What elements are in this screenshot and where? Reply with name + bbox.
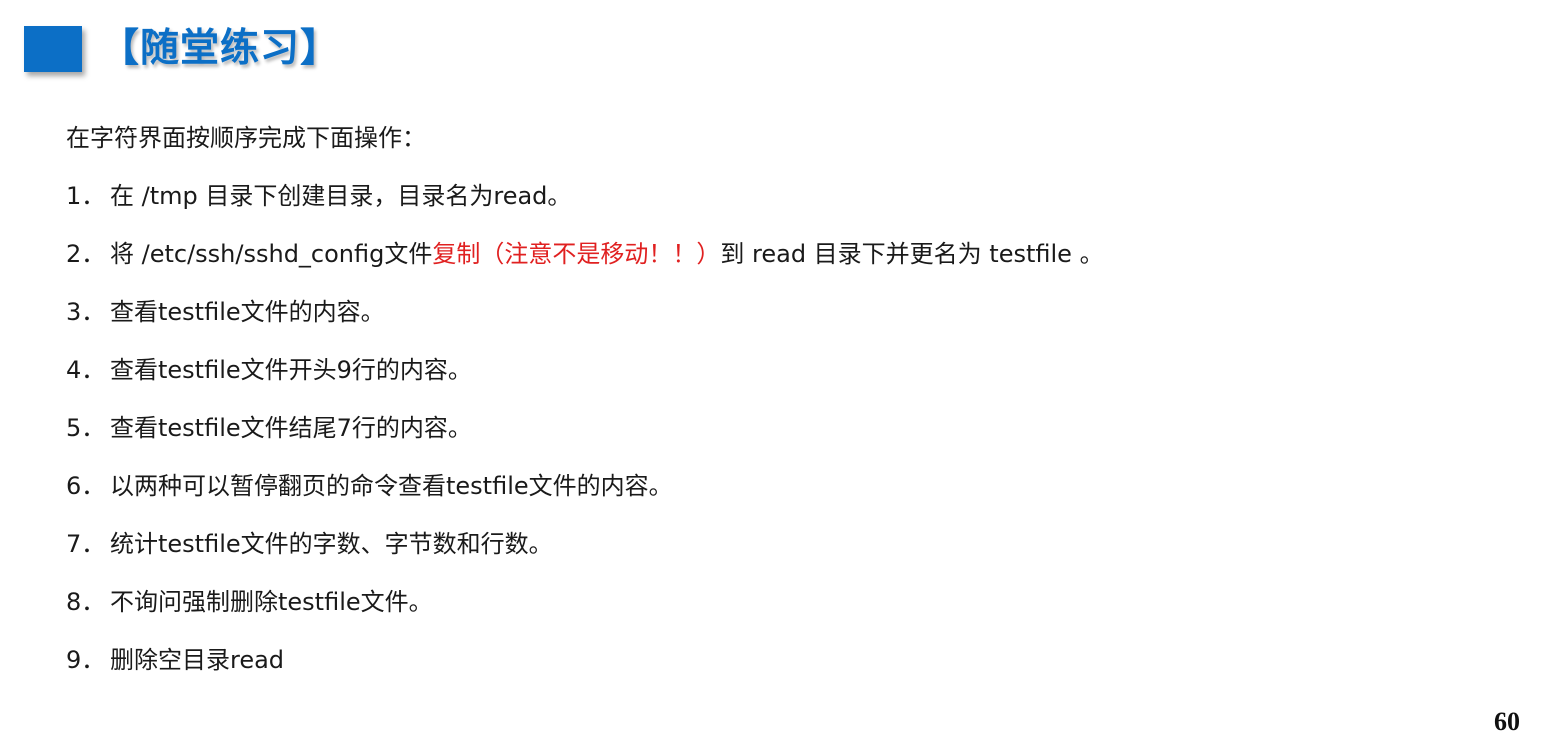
step-text-highlight: 复制（注意不是移动！！） [432,240,721,268]
step-text-after: 到 read 目录下并更名为 testfile 。 [720,240,1104,268]
step-number: 2． [66,240,106,268]
page-number: 60 [1494,707,1520,736]
step-number: 1． [66,182,106,210]
step-9: 9． 删除空目录read [66,640,1506,680]
step-text: 统计testfile文件的字数、字节数和行数。 [110,530,553,558]
step-number: 3． [66,298,106,326]
steps-list: 1．在 /tmp 目录下创建目录，目录名为read。 2．将 /etc/ssh/… [66,176,1506,680]
step-7: 7． 统计testfile文件的字数、字节数和行数。 [66,524,1506,564]
step-6: 6． 以两种可以暂停翻页的命令查看testfile文件的内容。 [66,466,1506,506]
step-text: 删除空目录read [110,646,285,674]
step-text: 在 /tmp 目录下创建目录，目录名为read。 [110,182,572,210]
step-text: 不询问强制删除testfile文件。 [110,588,433,616]
step-1: 1．在 /tmp 目录下创建目录，目录名为read。 [66,176,1506,216]
step-4: 4． 查看testfile文件开头9行的内容。 [66,350,1506,390]
step-text: 查看testfile文件结尾7行的内容。 [110,414,472,442]
step-text-before: 将 /etc/ssh/sshd_config文件 [110,240,433,268]
step-number: 4． [66,356,106,384]
step-number: 5． [66,414,106,442]
step-number: 7． [66,530,106,558]
slide-content: 在字符界面按顺序完成下面操作： 1．在 /tmp 目录下创建目录，目录名为rea… [66,118,1506,698]
step-text: 查看testfile文件开头9行的内容。 [110,356,472,384]
step-8: 8． 不询问强制删除testfile文件。 [66,582,1506,622]
title-marker-block [24,26,82,72]
step-number: 8． [66,588,106,616]
step-text: 查看testfile文件的内容。 [110,298,385,326]
step-5: 5． 查看testfile文件结尾7行的内容。 [66,408,1506,448]
step-3: 3． 查看testfile文件的内容。 [66,292,1506,332]
step-number: 6． [66,472,106,500]
step-2: 2．将 /etc/ssh/sshd_config文件复制（注意不是移动！！）到 … [66,234,1506,274]
step-text: 以两种可以暂停翻页的命令查看testfile文件的内容。 [110,472,673,500]
step-number: 9． [66,646,106,674]
intro-text: 在字符界面按顺序完成下面操作： [66,124,426,152]
slide-title: 【随堂练习】 [100,26,341,71]
